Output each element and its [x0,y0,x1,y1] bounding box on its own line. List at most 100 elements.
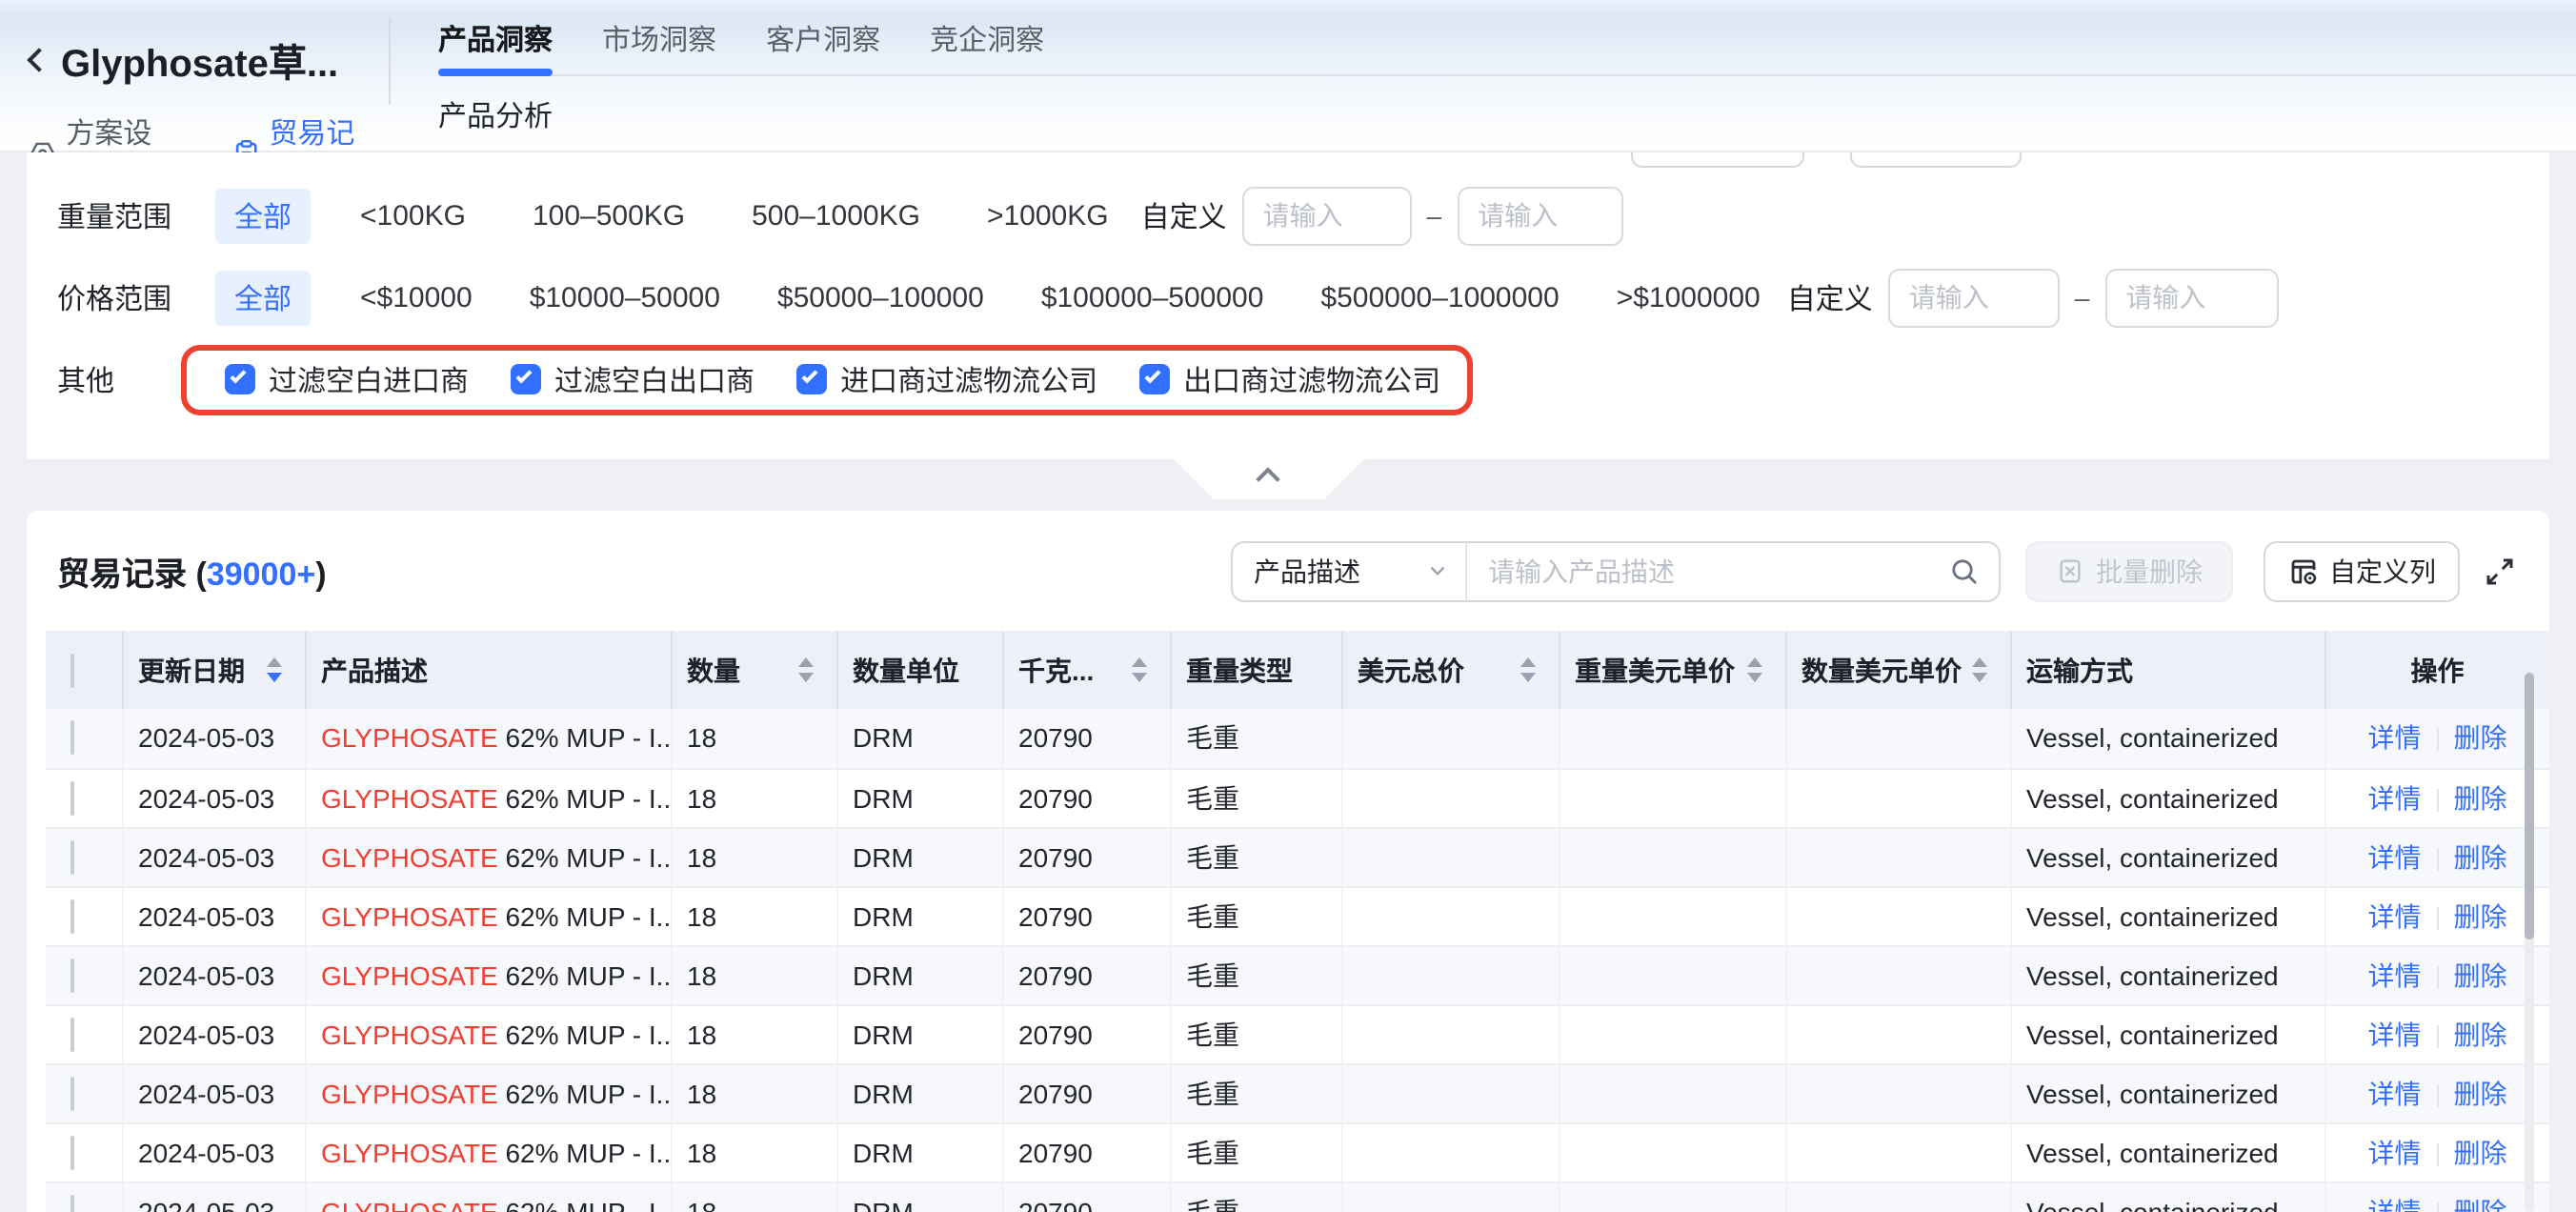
row-checkbox[interactable] [70,1135,74,1169]
price-custom-label[interactable]: 自定义 [1787,277,1873,317]
header-usd-per-qty[interactable]: 数量美元单价 [1785,631,2010,709]
checkbox-checked-icon[interactable] [511,364,541,394]
weight-max-input[interactable] [1457,186,1622,245]
weight-min-input[interactable] [1242,186,1412,245]
delete-link[interactable]: 删除 [2454,782,2507,813]
sort-asc-icon[interactable] [797,657,813,667]
search-icon[interactable] [1949,556,1980,586]
detail-link[interactable]: 详情 [2368,782,2422,813]
header-total-usd[interactable]: 美元总价 [1341,631,1559,709]
price-option[interactable]: <$10000 [360,281,473,313]
row-checkbox[interactable] [70,1017,74,1051]
detail-link[interactable]: 详情 [2368,960,2422,990]
fullscreen-button[interactable] [2483,554,2517,588]
filter-checkbox-item[interactable]: 过滤空白出口商 [511,359,755,399]
row-checkbox[interactable] [70,1076,74,1110]
clipped-input-above[interactable] [1631,152,1804,168]
row-checkbox[interactable] [70,1194,74,1212]
delete-link[interactable]: 删除 [2454,1078,2507,1108]
batch-delete-button[interactable]: 批量删除 [2025,540,2233,601]
price-min-input[interactable] [1888,268,2060,327]
sort-desc-icon[interactable] [1746,673,1761,682]
sort-desc-icon[interactable] [266,673,281,682]
tab-customer-insight[interactable]: 客户洞察 [766,0,880,76]
tab-product-insight[interactable]: 产品洞察 [438,0,553,76]
sort-desc-icon[interactable] [1519,673,1535,682]
sort-control[interactable] [1971,657,1986,682]
tab-market-insight[interactable]: 市场洞察 [602,0,716,76]
delete-link[interactable]: 删除 [2454,841,2507,872]
sort-desc-icon[interactable] [1971,673,1986,682]
weight-option[interactable]: 100–500KG [533,199,685,232]
detail-link[interactable]: 详情 [2368,900,2422,931]
scrollbar-thumb[interactable] [2525,673,2534,939]
weight-custom-label[interactable]: 自定义 [1141,195,1227,235]
price-option-all[interactable]: 全部 [215,270,311,325]
clipped-input-above[interactable] [1850,152,2022,168]
trade-records-card: 贸易记录 (39000+) 产品描述 批量删除 [27,511,2549,1212]
sort-control[interactable] [1746,657,1761,682]
sort-desc-icon[interactable] [1131,673,1146,682]
checkbox-checked-icon[interactable] [1139,364,1170,394]
sort-control[interactable] [1519,657,1535,682]
count-paren: ) [315,556,326,593]
header-kilograms[interactable]: 千克... [1002,631,1170,709]
detail-link[interactable]: 详情 [2368,841,2422,872]
weight-option[interactable]: <100KG [360,199,466,232]
price-option[interactable]: $50000–100000 [777,281,984,313]
header-usd-per-weight[interactable]: 重量美元单价 [1559,631,1785,709]
delete-link[interactable]: 删除 [2454,900,2507,931]
sort-control[interactable] [797,657,813,682]
price-option[interactable]: $10000–50000 [530,281,720,313]
row-checkbox[interactable] [70,958,74,992]
header-update-date[interactable]: 更新日期 [122,631,305,709]
row-select-cell [46,1182,122,1212]
weight-option[interactable]: >1000KG [987,199,1109,232]
search-field-select[interactable]: 产品描述 [1233,542,1467,599]
sort-control[interactable] [1131,657,1146,682]
back-chevron-icon[interactable] [27,48,50,71]
detail-link[interactable]: 详情 [2368,1196,2422,1212]
detail-link[interactable]: 详情 [2368,1019,2422,1049]
select-all-checkbox[interactable] [70,653,74,687]
detail-link[interactable]: 详情 [2368,723,2422,754]
sort-asc-icon[interactable] [1971,657,1986,667]
tab-product-analysis[interactable]: 产品分析 [438,94,553,134]
checkbox-checked-icon[interactable] [225,364,255,394]
table-row: 2024-05-03 GLYPHOSATE 62% MUP - I... 18 … [46,1063,2549,1122]
sort-asc-icon[interactable] [1131,657,1146,667]
cell-quantity: 18 [671,886,836,945]
row-checkbox[interactable] [70,780,74,815]
detail-link[interactable]: 详情 [2368,1137,2422,1167]
price-option[interactable]: $500000–1000000 [1320,281,1559,313]
header-quantity[interactable]: 数量 [671,631,836,709]
sort-control[interactable] [266,657,281,682]
delete-link[interactable]: 删除 [2454,1196,2507,1212]
detail-link[interactable]: 详情 [2368,1078,2422,1108]
price-option[interactable]: $100000–500000 [1041,281,1264,313]
cell-quantity: 18 [671,827,836,886]
delete-link[interactable]: 删除 [2454,1137,2507,1167]
row-checkbox[interactable] [70,899,74,933]
row-checkbox[interactable] [70,721,74,756]
delete-link[interactable]: 删除 [2454,960,2507,990]
filter-checkbox-item[interactable]: 出口商过滤物流公司 [1139,359,1440,399]
price-option[interactable]: >$1000000 [1617,281,1761,313]
tab-competitor-insight[interactable]: 竞企洞察 [930,0,1044,76]
delete-link[interactable]: 删除 [2454,723,2507,754]
weight-option[interactable]: 500–1000KG [752,199,920,232]
filter-checkbox-item[interactable]: 进口商过滤物流公司 [796,359,1097,399]
sort-asc-icon[interactable] [1519,657,1535,667]
weight-option-all[interactable]: 全部 [215,188,311,243]
sort-desc-icon[interactable] [797,673,813,682]
custom-columns-button[interactable]: 自定义列 [2264,540,2460,601]
sort-asc-icon[interactable] [266,657,281,667]
collapse-panel-handle[interactable] [1174,459,1364,499]
price-max-input[interactable] [2104,268,2278,327]
filter-checkbox-item[interactable]: 过滤空白进口商 [225,359,469,399]
search-input[interactable] [1467,556,1949,586]
row-checkbox[interactable] [70,839,74,874]
checkbox-checked-icon[interactable] [796,364,827,394]
sort-asc-icon[interactable] [1746,657,1761,667]
delete-link[interactable]: 删除 [2454,1019,2507,1049]
